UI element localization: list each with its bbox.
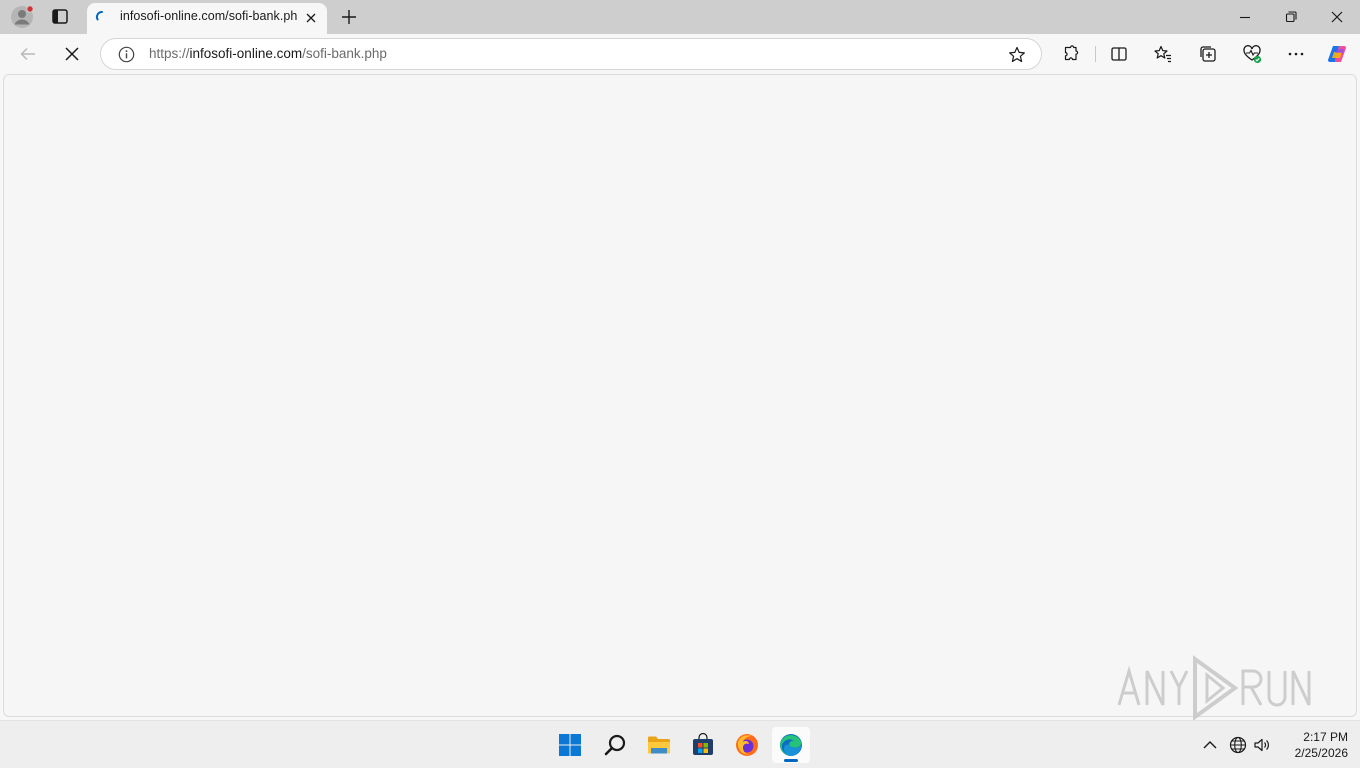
file-explorer-button[interactable] bbox=[640, 727, 678, 763]
url-path: /sofi-bank.php bbox=[302, 46, 387, 61]
collections-icon[interactable] bbox=[1197, 43, 1219, 65]
favorite-star-icon[interactable] bbox=[1007, 45, 1027, 65]
network-globe-icon[interactable] bbox=[1228, 735, 1248, 755]
windows-logo-icon bbox=[558, 733, 582, 757]
start-button[interactable] bbox=[551, 727, 589, 763]
close-window-icon[interactable] bbox=[1326, 6, 1348, 28]
active-app-indicator bbox=[784, 759, 798, 762]
extensions-icon[interactable] bbox=[1060, 43, 1082, 65]
store-icon bbox=[691, 732, 715, 757]
firefox-button[interactable] bbox=[728, 727, 766, 763]
firefox-icon bbox=[735, 733, 759, 757]
clock-time: 2:17 PM bbox=[1303, 730, 1348, 744]
anyrun-watermark-logo bbox=[1115, 655, 1315, 721]
tab-actions-menu-icon[interactable] bbox=[48, 6, 72, 28]
folder-icon bbox=[647, 733, 671, 757]
copilot-icon[interactable] bbox=[1326, 43, 1348, 65]
page-content-area[interactable] bbox=[3, 74, 1357, 717]
taskbar-search-button[interactable] bbox=[596, 727, 634, 763]
volume-speaker-icon[interactable] bbox=[1252, 735, 1272, 755]
windows-taskbar: 2:17 PM 2/25/2026 bbox=[0, 720, 1360, 768]
search-icon bbox=[603, 733, 627, 757]
site-info-icon[interactable] bbox=[118, 46, 135, 63]
loading-spinner-icon bbox=[95, 10, 109, 24]
url-host: infosofi-online.com bbox=[189, 46, 303, 61]
show-hidden-icons-chevron-icon[interactable] bbox=[1200, 735, 1220, 755]
url-scheme: https:// bbox=[149, 46, 190, 61]
restore-icon[interactable] bbox=[1280, 6, 1302, 28]
edge-icon bbox=[779, 733, 803, 757]
profile-avatar-icon[interactable] bbox=[10, 5, 34, 29]
url-text[interactable]: https://infosofi-online.com/sofi-bank.ph… bbox=[149, 46, 387, 61]
system-clock[interactable]: 2:17 PM 2/25/2026 bbox=[1278, 729, 1348, 761]
clock-date: 2/25/2026 bbox=[1294, 746, 1348, 760]
stop-loading-icon[interactable] bbox=[60, 42, 84, 66]
browser-essentials-icon[interactable] bbox=[1241, 43, 1263, 65]
more-options-icon[interactable] bbox=[1285, 43, 1307, 65]
toolbar-divider bbox=[1095, 46, 1096, 62]
new-tab-icon[interactable] bbox=[338, 6, 360, 28]
browser-toolbar: https://infosofi-online.com/sofi-bank.ph… bbox=[0, 34, 1360, 74]
address-bar[interactable]: https://infosofi-online.com/sofi-bank.ph… bbox=[100, 38, 1042, 70]
microsoft-store-button[interactable] bbox=[684, 727, 722, 763]
minimize-icon[interactable] bbox=[1234, 6, 1256, 28]
tab-title: infosofi-online.com/sofi-bank.php bbox=[120, 9, 298, 23]
back-icon[interactable] bbox=[16, 42, 40, 66]
edge-button[interactable] bbox=[772, 727, 810, 763]
split-screen-icon[interactable] bbox=[1108, 43, 1130, 65]
tab-active[interactable]: infosofi-online.com/sofi-bank.php bbox=[87, 3, 327, 34]
favorites-icon[interactable] bbox=[1152, 43, 1174, 65]
tab-close-icon[interactable] bbox=[303, 10, 319, 26]
tab-strip: infosofi-online.com/sofi-bank.php bbox=[0, 0, 1360, 34]
